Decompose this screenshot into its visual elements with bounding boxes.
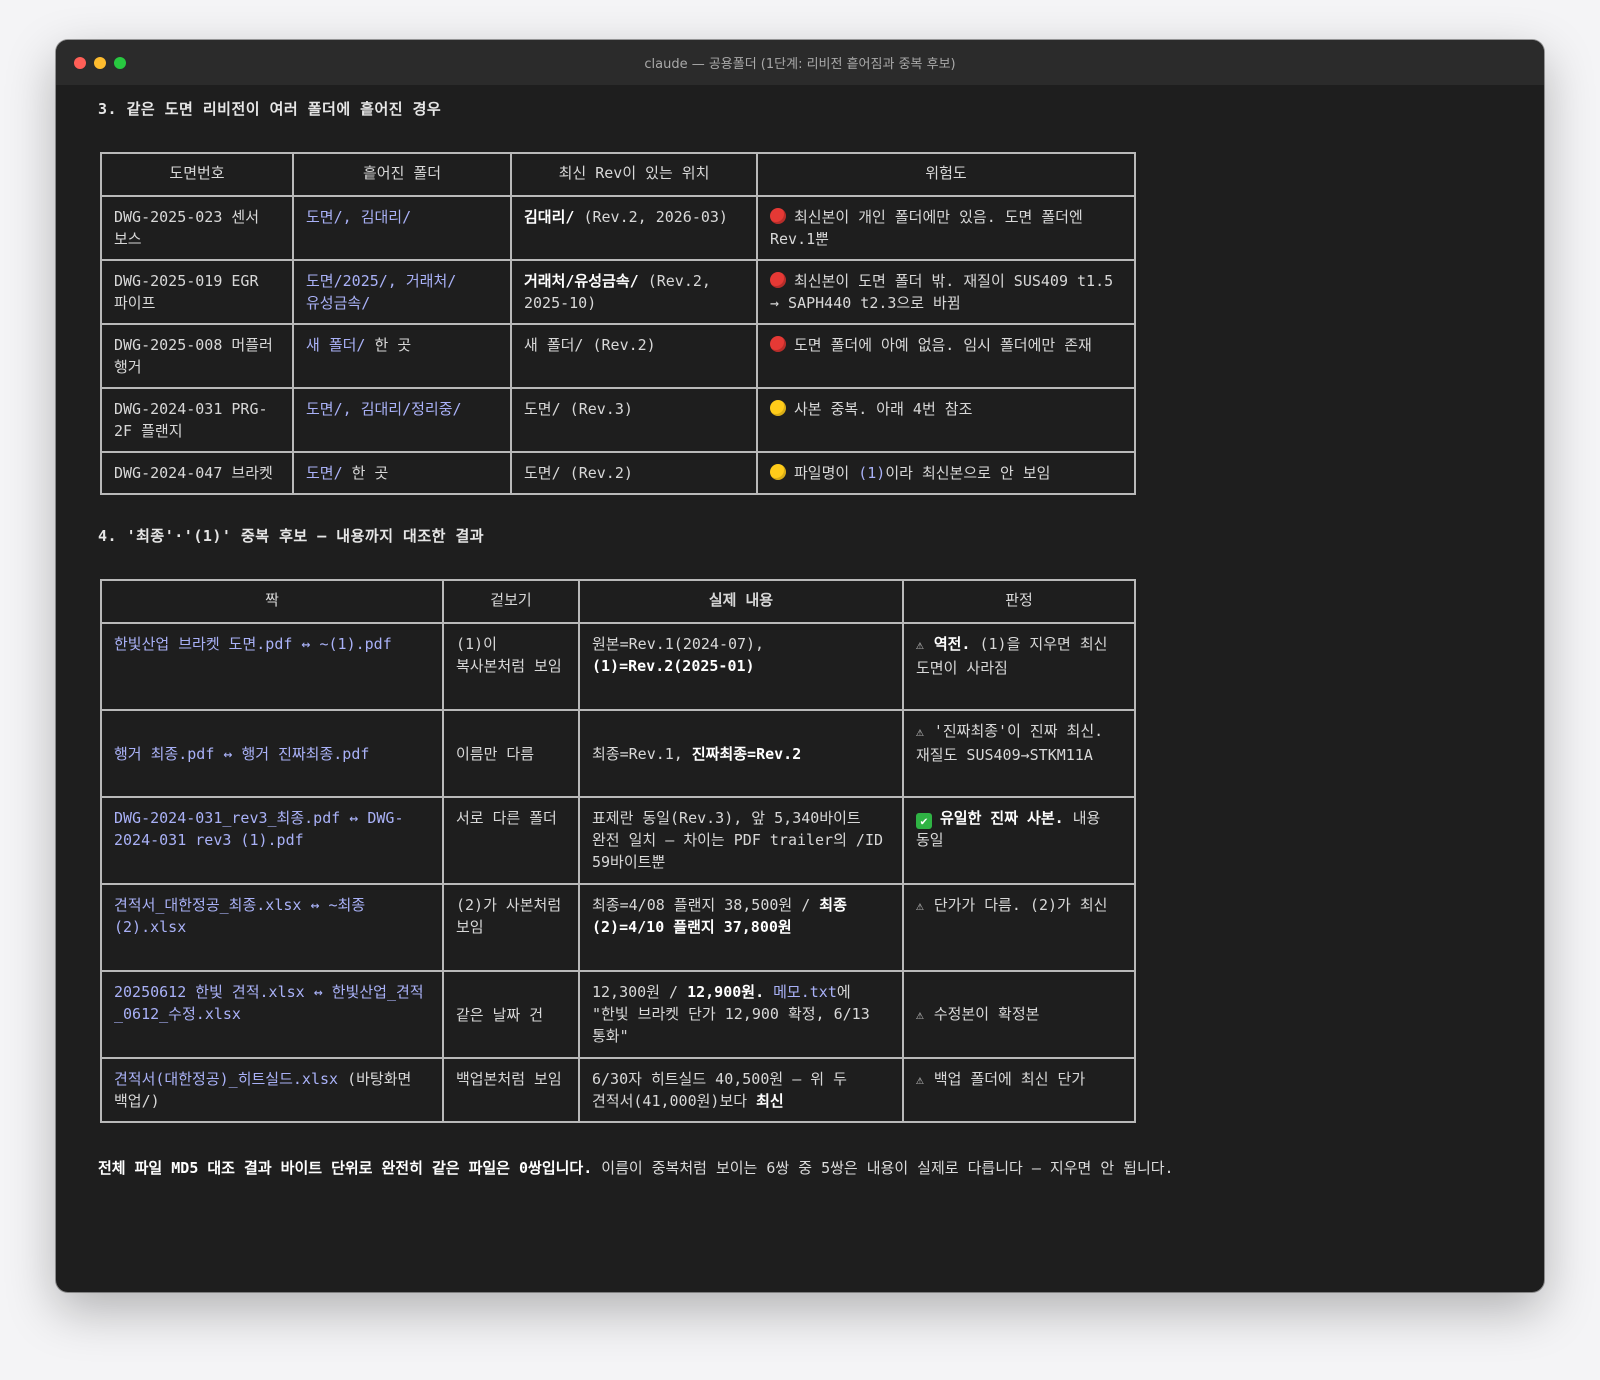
file-pair-link[interactable]: 20250612 한빛 견적.xlsx ↔ 한빛산업_견적_0612_수정.xl…: [114, 983, 424, 1023]
title-bar: claude — 공용폴더 (1단계: 리비전 흩어짐과 중복 후보): [56, 40, 1544, 85]
folder-link[interactable]: 도면/2025/, 거래처/유성금속/: [306, 272, 456, 312]
drawing-number: DWG-2024-031 PRG-2F 플랜지: [100, 387, 294, 453]
table-row: 20250612 한빛 견적.xlsx ↔ 한빛산업_견적_0612_수정.xl…: [100, 970, 1136, 1059]
file-pair-link[interactable]: DWG-2024-031_rev3_최종.pdf ↔ DWG-2024-031 …: [114, 809, 404, 849]
appearance-cell: 백업본처럼 보임: [442, 1057, 580, 1123]
verdict-cell: ⚠ 역전. (1)을 지우면 최신 도면이 사라짐: [902, 622, 1136, 711]
red-circle-icon: [770, 272, 786, 288]
folder-link[interactable]: 도면/, 김대리/정리중/: [306, 400, 462, 418]
red-circle-icon: [770, 208, 786, 224]
risk-cell: 최신본이 도면 폴더 밖. 재질이 SUS409 t1.5 → SAPH440 …: [756, 259, 1136, 325]
verdict-cell: ⚠ 백업 폴더에 최신 단가: [902, 1057, 1136, 1123]
appearance-cell: 서로 다른 폴더: [442, 796, 580, 885]
warning-icon: ⚠: [916, 899, 924, 914]
content-cell: 12,300원 / 12,900원. 메모.txt에 "한빛 브라켓 단가 12…: [578, 970, 904, 1059]
column-header: 겉보기: [442, 579, 580, 624]
latest-location: 새 폴더/ (Rev.2): [510, 323, 758, 389]
warning-icon: ⚠: [916, 1007, 924, 1023]
table-row: DWG-2024-031 PRG-2F 플랜지 도면/, 김대리/정리중/ 도면…: [100, 387, 1136, 453]
duplicate-table: 짝 겉보기 실제 내용 판정 한빛산업 브라켓 도면.pdf ↔ ~(1).pd…: [100, 579, 1136, 1123]
content-cell: 표제란 동일(Rev.3), 앞 5,340바이트 완전 일치 — 차이는 PD…: [578, 796, 904, 885]
appearance-cell: 이름만 다름: [442, 709, 580, 798]
content-cell: 원본=Rev.1(2024-07), (1)=Rev.2(2025-01): [578, 622, 904, 711]
column-header: 위험도: [756, 152, 1136, 197]
file-pair-link[interactable]: 견적서_대한정공_최종.xlsx ↔ ~최종(2).xlsx: [114, 896, 365, 936]
yellow-circle-icon: [770, 400, 786, 416]
table-row: 견적서(대한정공)_히트실드.xlsx (바탕화면 백업/) 백업본처럼 보임 …: [100, 1057, 1136, 1123]
minimize-button[interactable]: [94, 57, 106, 69]
file-pair-link[interactable]: 한빛산업 브라켓 도면.pdf ↔ ~(1).pdf: [114, 635, 392, 653]
table-row: 견적서_대한정공_최종.xlsx ↔ ~최종(2).xlsx (2)가 사본처럼…: [100, 883, 1136, 972]
table-row: DWG-2025-019 EGR 파이프 도면/2025/, 거래처/유성금속/…: [100, 259, 1136, 325]
drawing-number: DWG-2025-008 머플러 행거: [100, 323, 294, 389]
appearance-cell: (1)이 복사본처럼 보임: [442, 622, 580, 711]
verdict-cell: ✔ 유일한 진짜 사본. 내용 동일: [902, 796, 1136, 885]
folder-link[interactable]: 도면/: [306, 464, 343, 482]
content-cell: 최종=Rev.1, 진짜최종=Rev.2: [578, 709, 904, 798]
verdict-cell: ⚠ '진짜최종'이 진짜 최신. 재질도 SUS409→STKM11A: [902, 709, 1136, 798]
risk-cell: 최신본이 개인 폴더에만 있음. 도면 폴더엔 Rev.1뿐: [756, 195, 1136, 261]
content-cell: 6/30자 히트실드 40,500원 — 위 두 견적서(41,000원)보다 …: [578, 1057, 904, 1123]
latest-location: 도면/ (Rev.3): [510, 387, 758, 453]
table-header-row: 도면번호 흩어진 폴더 최신 Rev이 있는 위치 위험도: [100, 152, 1136, 197]
content-cell: 최종=4/08 플랜지 38,500원 / 최종(2)=4/10 플랜지 37,…: [578, 883, 904, 972]
warning-icon: ⚠: [916, 638, 924, 653]
drawing-number: DWG-2025-019 EGR 파이프: [100, 259, 294, 325]
table-row: DWG-2025-008 머플러 행거 새 폴더/ 한 곳 새 폴더/ (Rev…: [100, 323, 1136, 389]
terminal-output: 3. 같은 도면 리비전이 여러 폴더에 흩어진 경우 도면번호 흩어진 폴더 …: [98, 98, 1524, 1194]
drawing-number: DWG-2024-047 브라켓: [100, 451, 294, 495]
file-pair-link[interactable]: 행거 최종.pdf ↔ 행거 진짜최종.pdf: [114, 745, 369, 763]
table-row: 행거 최종.pdf ↔ 행거 진짜최종.pdf 이름만 다름 최종=Rev.1,…: [100, 709, 1136, 798]
window-title: claude — 공용폴더 (1단계: 리비전 흩어짐과 중복 후보): [644, 57, 956, 72]
red-circle-icon: [770, 336, 786, 352]
risk-cell: 사본 중복. 아래 4번 참조: [756, 387, 1136, 453]
warning-icon: ⚠: [916, 1073, 924, 1088]
close-button[interactable]: [74, 57, 86, 69]
terminal-window: claude — 공용폴더 (1단계: 리비전 흩어짐과 중복 후보) 3. 같…: [56, 40, 1544, 1292]
appearance-cell: 같은 날짜 건: [442, 970, 580, 1059]
revision-table: 도면번호 흩어진 폴더 최신 Rev이 있는 위치 위험도 DWG-2025-0…: [100, 152, 1136, 495]
column-header: 최신 Rev이 있는 위치: [510, 152, 758, 197]
summary-text: 전체 파일 MD5 대조 결과 바이트 단위로 완전히 같은 파일은 0쌍입니다…: [98, 1159, 1174, 1177]
risk-cell: 파일명이 (1)이라 최신본으로 안 보임: [756, 451, 1136, 495]
table-row: DWG-2025-023 센서 보스 도면/, 김대리/ 김대리/ (Rev.2…: [100, 195, 1136, 261]
memo-file-link[interactable]: 메모.txt: [773, 983, 837, 1001]
drawing-number: DWG-2025-023 센서 보스: [100, 195, 294, 261]
zoom-button[interactable]: [114, 57, 126, 69]
appearance-cell: (2)가 사본처럼 보임: [442, 883, 580, 972]
latest-location: 거래처/유성금속/ (Rev.2, 2025-10): [510, 259, 758, 325]
column-header: 짝: [100, 579, 444, 624]
section4-heading: 4. '최종'·'(1)' 중복 후보 — 내용까지 대조한 결과: [98, 527, 485, 545]
column-header: 실제 내용: [578, 579, 904, 624]
window-controls: [74, 57, 126, 69]
table-header-row: 짝 겉보기 실제 내용 판정: [100, 579, 1136, 624]
table-row: 한빛산업 브라켓 도면.pdf ↔ ~(1).pdf (1)이 복사본처럼 보임…: [100, 622, 1136, 711]
folder-link[interactable]: 도면/, 김대리/: [306, 208, 411, 226]
yellow-circle-icon: [770, 464, 786, 480]
verdict-cell: ⚠ 단가가 다름. (2)가 최신: [902, 883, 1136, 972]
warning-icon: ⚠: [916, 725, 924, 740]
table-row: DWG-2024-031_rev3_최종.pdf ↔ DWG-2024-031 …: [100, 796, 1136, 885]
folder-link[interactable]: 새 폴더/: [306, 336, 365, 354]
section3-heading: 3. 같은 도면 리비전이 여러 폴더에 흩어진 경우: [98, 100, 442, 118]
file-pair-link[interactable]: 견적서(대한정공)_히트실드.xlsx: [114, 1070, 338, 1088]
latest-location: 도면/ (Rev.2): [510, 451, 758, 495]
column-header: 판정: [902, 579, 1136, 624]
verdict-cell: ⚠ 수정본이 확정본: [902, 970, 1136, 1059]
column-header: 흩어진 폴더: [292, 152, 512, 197]
risk-cell: 도면 폴더에 아예 없음. 임시 폴더에만 존재: [756, 323, 1136, 389]
check-mark-icon: ✔: [916, 813, 932, 829]
column-header: 도면번호: [100, 152, 294, 197]
latest-location: 김대리/ (Rev.2, 2026-03): [510, 195, 758, 261]
table-row: DWG-2024-047 브라켓 도면/ 한 곳 도면/ (Rev.2) 파일명…: [100, 451, 1136, 495]
